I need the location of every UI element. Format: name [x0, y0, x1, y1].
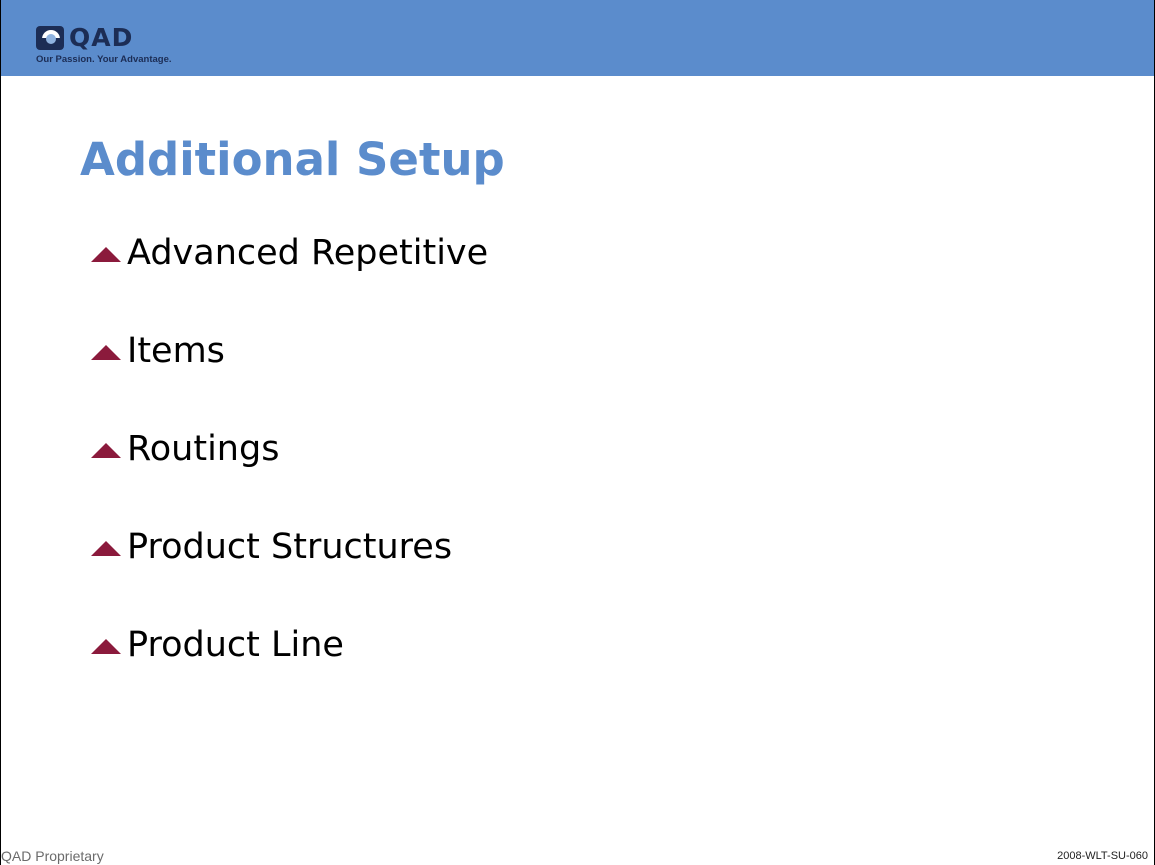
footer-slide-code: 2008-WLT-SU-060 — [1057, 850, 1148, 862]
bullet-label: Product Structures — [127, 527, 453, 567]
logo-wordmark: QAD — [69, 23, 134, 52]
triangle-up-icon — [91, 639, 121, 654]
triangle-up-icon — [91, 541, 121, 556]
bullet-label: Advanced Repetitive — [127, 233, 489, 273]
slide-title: Additional Setup — [80, 133, 505, 186]
qad-logo-icon — [36, 26, 64, 50]
footer-proprietary: QAD Proprietary — [1, 848, 104, 864]
bullet-label: Items — [127, 331, 225, 371]
logo-tagline: Our Passion. Your Advantage. — [36, 54, 172, 65]
bullet-label: Product Line — [127, 625, 344, 665]
header-bar: QAD Our Passion. Your Advantage. — [1, 0, 1154, 76]
bullet-label: Routings — [127, 429, 280, 469]
triangle-up-icon — [91, 345, 121, 360]
triangle-up-icon — [91, 247, 121, 262]
triangle-up-icon — [91, 443, 121, 458]
qad-logo: QAD Our Passion. Your Advantage. — [36, 23, 196, 72]
slide: QAD Our Passion. Your Advantage. Additio… — [0, 0, 1155, 865]
